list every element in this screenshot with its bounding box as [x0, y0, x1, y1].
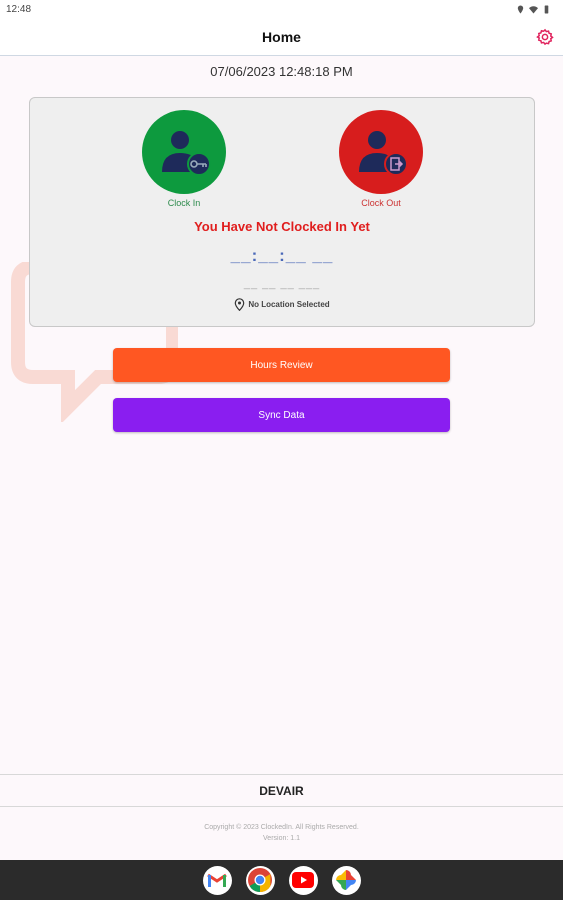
location-status-icon [517, 4, 524, 14]
gear-icon [536, 28, 554, 46]
version-text: Version: 1.1 [263, 835, 300, 842]
gmail-app[interactable] [202, 865, 232, 895]
copyright-block: Copyright © 2023 ClockedIn. All Rights R… [0, 822, 563, 844]
photos-icon [336, 870, 356, 890]
user-key-icon [162, 131, 211, 176]
status-icons [516, 4, 551, 14]
status-bar: 12:48 [0, 0, 563, 18]
clock-out-circle[interactable] [339, 110, 423, 194]
copyright-text: Copyright © 2023 ClockedIn. All Rights R… [204, 824, 359, 831]
clock-card: Clock In Clock Out You Have Not Clocked … [29, 97, 535, 327]
company-name: DEVAIR [0, 774, 563, 807]
youtube-icon [292, 872, 314, 888]
sync-data-button[interactable]: Sync Data [113, 398, 450, 432]
photos-app[interactable] [331, 865, 361, 895]
status-time: 12:48 [6, 3, 32, 15]
date-display: __ __ __ ___ [243, 278, 321, 290]
location-text: No Location Selected [248, 300, 330, 309]
app-bar: Home [0, 18, 563, 56]
location-row: No Location Selected [30, 298, 534, 311]
location-pin-icon [235, 298, 245, 311]
clock-in-label: Clock In [167, 198, 201, 208]
chrome-icon [248, 868, 272, 892]
current-datetime: 07/06/2023 12:48:18 PM [210, 64, 353, 79]
clock-status-message: You Have Not Clocked In Yet [194, 219, 370, 234]
clock-out-label: Clock Out [361, 198, 401, 208]
youtube-app[interactable] [288, 865, 318, 895]
battery-icon [544, 4, 549, 14]
chrome-app[interactable] [245, 865, 275, 895]
clock-in-button[interactable]: Clock In [142, 110, 226, 208]
time-display: __:__:__ __ [230, 246, 334, 265]
wifi-icon [529, 5, 538, 14]
user-exit-icon [359, 131, 408, 176]
clock-out-button[interactable]: Clock Out [339, 110, 423, 208]
settings-button[interactable] [535, 27, 555, 47]
gmail-icon [207, 873, 227, 887]
dock-bar [0, 860, 563, 900]
page-title: Home [262, 28, 301, 45]
hours-review-button[interactable]: Hours Review [113, 348, 450, 382]
clock-in-circle[interactable] [142, 110, 226, 194]
